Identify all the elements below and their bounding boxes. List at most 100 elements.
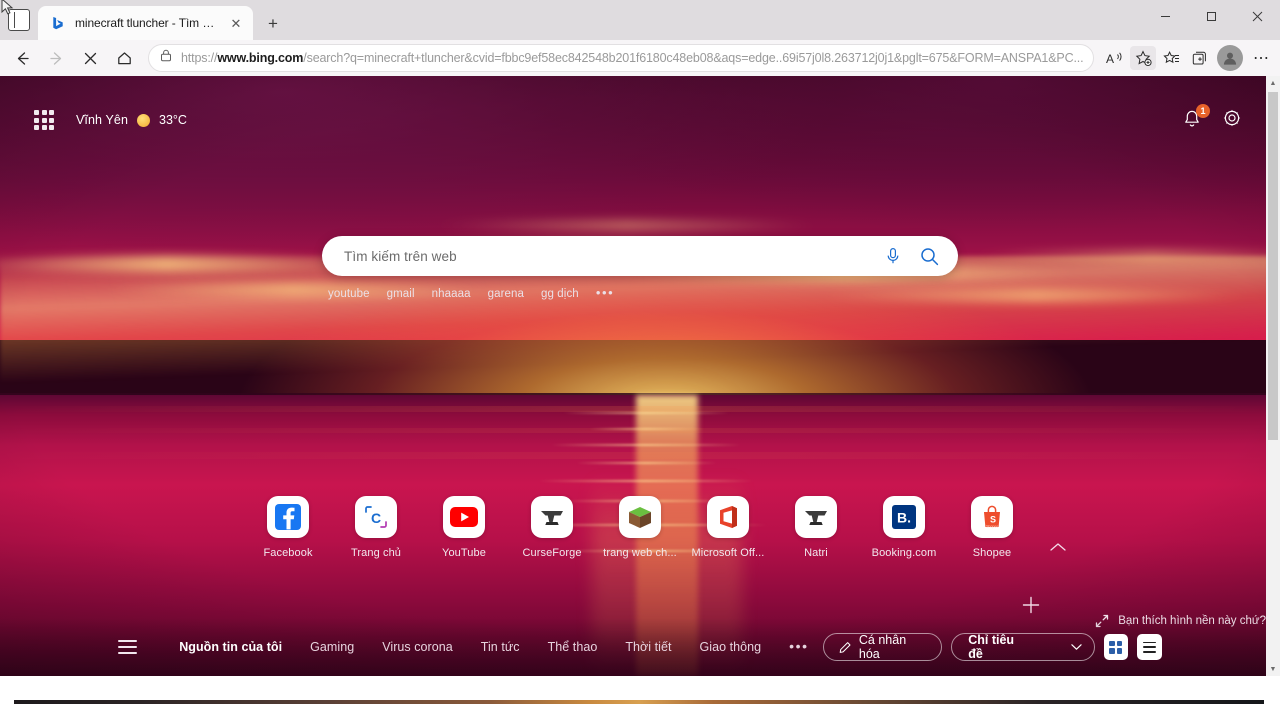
address-bar[interactable]: https://www.bing.com/search?q=minecraft+…: [148, 44, 1094, 72]
scroll-up-button[interactable]: ▲: [1270, 76, 1277, 90]
feed-tab-weather[interactable]: Thời tiết: [611, 640, 685, 654]
feed-tab-my-feed[interactable]: Nguồn tin của tôi: [165, 640, 296, 654]
svg-text:C: C: [371, 510, 381, 526]
tab-overview-button[interactable]: [0, 0, 38, 40]
shortcut-booking[interactable]: B. Booking.com: [860, 496, 948, 559]
shortcut-label: Booking.com: [871, 547, 937, 559]
scrollbar-thumb[interactable]: [1268, 92, 1278, 440]
msn-home-icon: C: [355, 496, 397, 538]
apps-waffle-icon[interactable]: [34, 110, 54, 130]
back-button[interactable]: [6, 43, 38, 73]
url-prefix: https://: [181, 51, 218, 65]
search-input[interactable]: Tìm kiếm trên web: [344, 249, 870, 264]
grid-view-button[interactable]: [1103, 634, 1129, 660]
stop-loading-button[interactable]: [74, 43, 106, 73]
read-aloud-button[interactable]: A: [1102, 46, 1128, 70]
shortcut-youtube[interactable]: YouTube: [420, 496, 508, 559]
add-to-favorites-button[interactable]: [1130, 46, 1156, 70]
shortcut-curseforge[interactable]: CurseForge: [508, 496, 596, 559]
notifications-button[interactable]: 1: [1182, 104, 1210, 131]
browser-settings-menu-button[interactable]: ⋯: [1248, 46, 1274, 70]
svg-text:S: S: [990, 515, 996, 525]
shortcut-facebook[interactable]: Facebook: [244, 496, 332, 559]
microphone-icon[interactable]: [880, 243, 906, 269]
shortcut-label: CurseForge: [522, 547, 582, 559]
browser-toolbar: https://www.bing.com/search?q=minecraft+…: [0, 40, 1280, 76]
shopee-icon: S Shopee: [971, 496, 1013, 538]
tab-strip: minecraft tluncher - Tìm kiếm ✕ +: [38, 0, 287, 40]
mouse-cursor-icon: [1, 0, 14, 15]
ntp-settings-button[interactable]: [1222, 108, 1242, 133]
layout-select-value: Chỉ tiêu đề: [968, 633, 1015, 661]
shortcut-tiles: Facebook C Trang chủ YouTube CurseForge …: [0, 496, 1280, 559]
quick-link[interactable]: youtube: [328, 288, 370, 300]
home-button[interactable]: [108, 43, 140, 73]
url-domain: www.bing.com: [217, 51, 304, 65]
youtube-icon: [443, 496, 485, 538]
microsoft-office-icon: [707, 496, 749, 538]
personalize-button[interactable]: Cá nhân hóa: [822, 633, 943, 661]
quick-link[interactable]: garena: [488, 288, 524, 300]
quick-link[interactable]: nhaaaa: [432, 288, 471, 300]
shortcut-label: Facebook: [263, 547, 313, 559]
collections-button[interactable]: [1186, 46, 1212, 70]
shortcut-label: Trang chủ: [350, 547, 402, 559]
feed-tab-traffic[interactable]: Giao thông: [686, 640, 776, 654]
feed-controls: Cá nhân hóa Chỉ tiêu đề: [822, 633, 1162, 661]
scroll-down-button[interactable]: ▼: [1270, 662, 1277, 676]
shortcut-natri[interactable]: Natri: [772, 496, 860, 559]
shortcut-microsoft-office[interactable]: Microsoft Off...: [684, 496, 772, 559]
gear-icon: [1223, 109, 1241, 126]
shortcut-shopee[interactable]: S Shopee Shopee: [948, 496, 1036, 559]
search-icon[interactable]: [916, 243, 942, 269]
grid-view-icon: [1109, 640, 1123, 654]
feed-nav: Nguồn tin của tôi Gaming Virus corona Ti…: [165, 639, 823, 654]
url-rest: /search?q=minecraft+tluncher&cvid=fbbc9e…: [303, 51, 1084, 65]
shortcut-label: Shopee: [972, 547, 1012, 559]
site-lock-icon: [160, 49, 172, 67]
pencil-icon: [839, 641, 851, 653]
quick-links-more-button[interactable]: •••: [596, 286, 614, 300]
scrollbar-track[interactable]: [1266, 90, 1280, 662]
chevron-down-icon: [1070, 644, 1082, 650]
feed-tab-corona[interactable]: Virus corona: [368, 640, 467, 654]
shortcut-label: Microsoft Off...: [691, 547, 765, 559]
layout-select[interactable]: Chỉ tiêu đề: [951, 633, 1095, 661]
favorites-button[interactable]: [1158, 46, 1184, 70]
svg-text:Shopee: Shopee: [986, 525, 998, 529]
page-scrollbar[interactable]: ▲ ▼: [1266, 76, 1280, 676]
facebook-icon: [267, 496, 309, 538]
feed-tab-gaming[interactable]: Gaming: [296, 640, 368, 654]
profile-avatar[interactable]: [1217, 45, 1243, 71]
shortcut-trang-chu[interactable]: C Trang chủ: [332, 496, 420, 559]
quick-link[interactable]: gg dịch: [541, 288, 579, 300]
svg-text:A: A: [1106, 52, 1114, 66]
weather-sun-icon: [137, 113, 151, 127]
ntp-search-area: Tìm kiếm trên web youtube gmail nhaaaa g…: [0, 236, 1280, 300]
window-controls: [1142, 0, 1280, 40]
feed-tab-sports[interactable]: Thể thao: [534, 640, 612, 654]
list-view-icon: [1143, 641, 1157, 653]
curseforge-icon: [795, 496, 837, 538]
minimize-button[interactable]: [1142, 0, 1188, 32]
title-bar: minecraft tluncher - Tìm kiếm ✕ +: [0, 0, 1280, 40]
shortcut-minecraft-site[interactable]: trang web ch...: [596, 496, 684, 559]
search-box[interactable]: Tìm kiếm trên web: [322, 236, 958, 276]
forward-button[interactable]: [40, 43, 72, 73]
add-shortcut-button[interactable]: [1021, 595, 1041, 615]
feed-tab-news[interactable]: Tin tức: [467, 640, 534, 654]
url-text: https://www.bing.com/search?q=minecraft+…: [181, 51, 1087, 65]
quick-link[interactable]: gmail: [387, 288, 415, 300]
browser-tab[interactable]: minecraft tluncher - Tìm kiếm ✕: [38, 6, 253, 40]
tab-close-button[interactable]: ✕: [227, 14, 245, 32]
weather-widget[interactable]: Vĩnh Yên 33°C: [76, 113, 187, 127]
list-view-button[interactable]: [1137, 634, 1162, 660]
close-window-button[interactable]: [1234, 0, 1280, 32]
maximize-button[interactable]: [1188, 0, 1234, 32]
shortcut-label: trang web ch...: [603, 547, 677, 559]
new-tab-button[interactable]: +: [259, 9, 287, 37]
feed-nav-more-button[interactable]: •••: [775, 639, 823, 653]
feed-menu-button[interactable]: [118, 640, 138, 654]
booking-icon: B.: [883, 496, 925, 538]
tab-title: minecraft tluncher - Tìm kiếm: [75, 16, 218, 30]
